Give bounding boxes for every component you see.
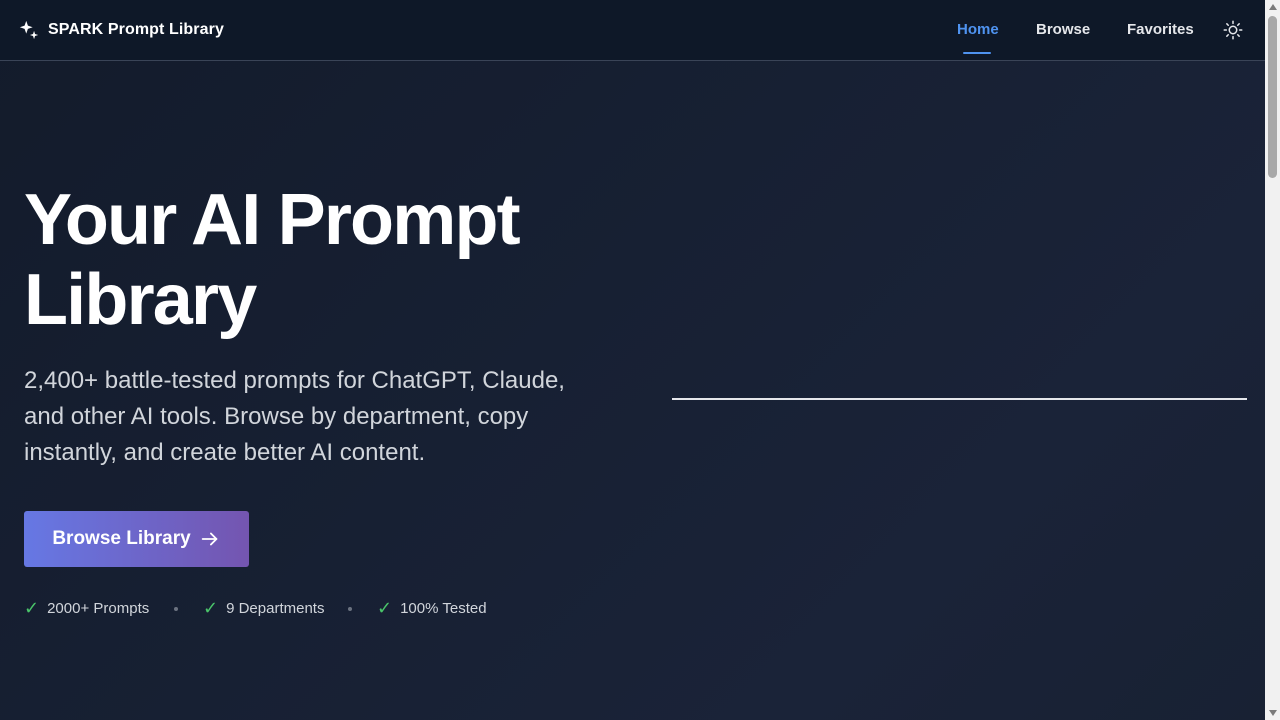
hero-title: Your AI Prompt Library	[24, 180, 624, 340]
check-icon: ✓	[24, 598, 40, 619]
scrollbar-thumb[interactable]	[1268, 16, 1277, 178]
nav-active-indicator	[963, 52, 991, 54]
sparkles-icon	[19, 20, 39, 40]
stat-label: 100% Tested	[400, 600, 487, 617]
hero-subtitle: 2,400+ battle-tested prompts for ChatGPT…	[24, 367, 565, 466]
hero-divider-line	[672, 398, 1247, 400]
hero-title-line1: Your AI Prompt	[24, 180, 521, 260]
stat-tested: ✓ 100% Tested	[377, 598, 487, 619]
page-scrollbar[interactable]	[1265, 0, 1280, 720]
hero-title-line2: Library	[24, 260, 257, 340]
nav-favorites[interactable]: Favorites	[1127, 21, 1194, 38]
browse-library-label: Browse Library	[52, 528, 191, 549]
stat-label: 9 Departments	[226, 600, 325, 617]
stat-departments: ✓ 9 Departments	[203, 598, 324, 619]
page: SPARK Prompt Library Home Browse Favorit…	[0, 0, 1265, 720]
top-navbar: SPARK Prompt Library Home Browse Favorit…	[0, 0, 1265, 61]
brand-name: SPARK Prompt Library	[48, 21, 224, 38]
browse-library-button[interactable]: Browse Library	[24, 511, 249, 567]
separator-dot	[348, 607, 352, 611]
nav-browse[interactable]: Browse	[1036, 21, 1090, 38]
sun-icon[interactable]	[1223, 20, 1243, 40]
brand-logo[interactable]: SPARK Prompt Library	[18, 19, 224, 41]
arrow-right-icon	[201, 532, 217, 546]
stat-prompts: ✓ 2000+ Prompts	[24, 598, 149, 619]
nav-home[interactable]: Home	[957, 21, 999, 38]
scroll-up-arrow-icon[interactable]	[1265, 0, 1280, 14]
check-icon: ✓	[377, 598, 393, 619]
check-icon: ✓	[203, 598, 219, 619]
scroll-down-arrow-icon[interactable]	[1265, 706, 1280, 720]
stat-label: 2000+ Prompts	[47, 600, 150, 617]
separator-dot	[174, 607, 178, 611]
